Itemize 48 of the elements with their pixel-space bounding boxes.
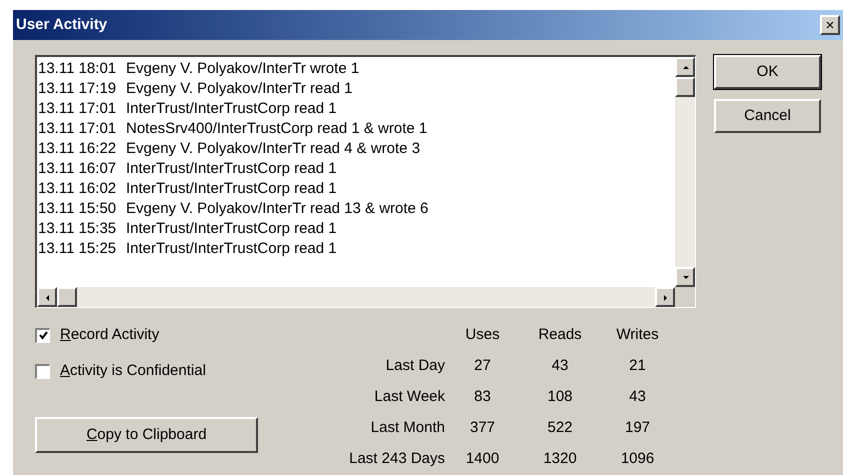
stat-value: 1400 [464, 449, 500, 470]
checkbox-label: Activity is Confidential [60, 360, 206, 381]
checkbox-label: Record Activity [60, 324, 160, 345]
stat-value: 1320 [542, 449, 578, 470]
scroll-right-button[interactable] [655, 287, 675, 307]
log-entry: 13.11 15:50 Evgeny V. Polyakov/InterTr read 13 & wrote 6 [38, 199, 430, 219]
log-entry: 13.11 18:01 Evgeny V. Polyakov/InterTr wrote 1 [38, 59, 360, 79]
log-entry: 13.11 16:07 InterTrust/InterTrustCorp read 1 [38, 159, 338, 179]
scroll-up-button[interactable] [675, 57, 695, 77]
vertical-scrollbar[interactable] [675, 57, 695, 287]
column-header: Writes [615, 325, 660, 346]
row-label: Last Day [384, 356, 445, 376]
stat-value: 197 [624, 418, 652, 438]
checkbox[interactable] [35, 364, 50, 378]
activity-list[interactable] [37, 57, 675, 287]
scroll-thumb[interactable] [675, 77, 695, 97]
dialog-button[interactable]: Cancel [714, 99, 821, 133]
scroll-thumb[interactable] [57, 287, 77, 307]
log-entry: 13.11 17:01 NotesSrv400/InterTrustCorp read 1 & wrote 1 [38, 119, 428, 139]
row-label: Last Week [373, 387, 445, 408]
row-label: Last Month [370, 418, 445, 438]
window-title: User Activity [16, 14, 108, 35]
stat-value: 377 [468, 418, 496, 438]
stat-value: 522 [546, 418, 574, 438]
log-entry: 13.11 15:35 InterTrust/InterTrustCorp read 1 [38, 219, 338, 239]
dialog-button[interactable]: OK [714, 55, 821, 89]
scroll-left-button[interactable] [37, 287, 57, 307]
stat-value: 108 [546, 387, 574, 408]
checkbox[interactable] [35, 328, 50, 342]
stat-value: 83 [473, 387, 492, 408]
log-entry: 13.11 17:01 InterTrust/InterTrustCorp read 1 [38, 99, 338, 119]
stat-value: 27 [473, 356, 492, 376]
log-entry: 13.11 15:25 InterTrust/InterTrustCorp read 1 [38, 239, 338, 259]
check-icon [38, 331, 48, 340]
close-button[interactable]: × [820, 15, 840, 35]
stat-value: 43 [628, 387, 647, 408]
copy-button[interactable]: Copy to Clipboard [35, 417, 258, 453]
column-header: Reads [537, 325, 583, 346]
column-header: Uses [464, 325, 501, 346]
log-entry: 13.11 16:02 InterTrust/InterTrustCorp read 1 [38, 179, 338, 199]
log-entry: 13.11 16:22 Evgeny V. Polyakov/InterTr read 4 & wrote 3 [38, 139, 422, 159]
stat-value: 43 [550, 356, 570, 376]
stat-value: 21 [628, 356, 647, 376]
stat-value: 1096 [620, 449, 656, 470]
horizontal-scrollbar[interactable] [37, 287, 675, 307]
scroll-down-button[interactable] [675, 267, 695, 287]
row-label: Last 243 Days [348, 449, 445, 470]
log-entry: 13.11 17:19 Evgeny V. Polyakov/InterTr read 1 [38, 79, 354, 99]
